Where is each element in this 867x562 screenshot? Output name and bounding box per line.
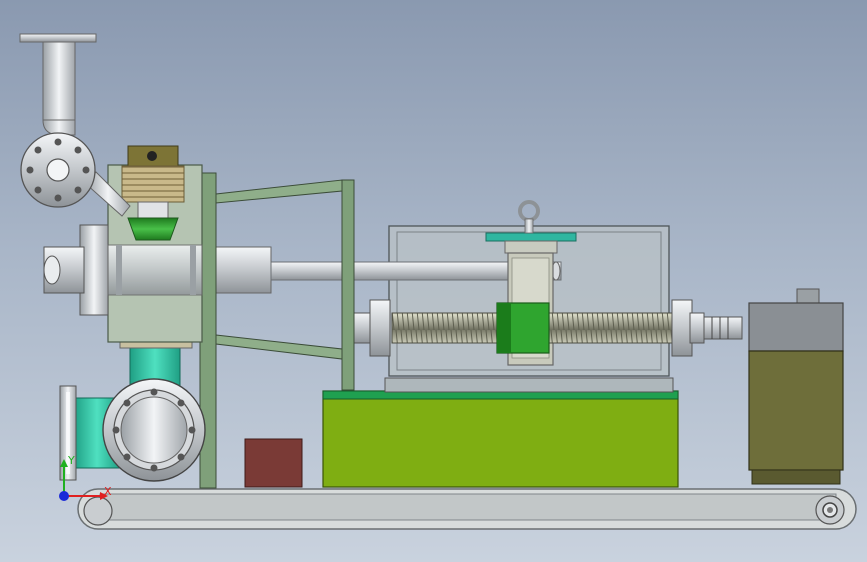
x-axis-label: X [104, 485, 112, 498]
cad-viewport[interactable]: X Y [0, 0, 867, 562]
cad-model-scene [19, 33, 857, 530]
pump-flange [102, 378, 206, 482]
motor [748, 288, 844, 485]
bellows [121, 145, 185, 241]
brown-box [244, 438, 303, 488]
conveyor-belt [77, 488, 857, 530]
z-axis-dot [59, 491, 69, 501]
base-block [322, 390, 679, 488]
inlet-flange [20, 132, 96, 208]
y-axis-label: Y [68, 454, 75, 467]
